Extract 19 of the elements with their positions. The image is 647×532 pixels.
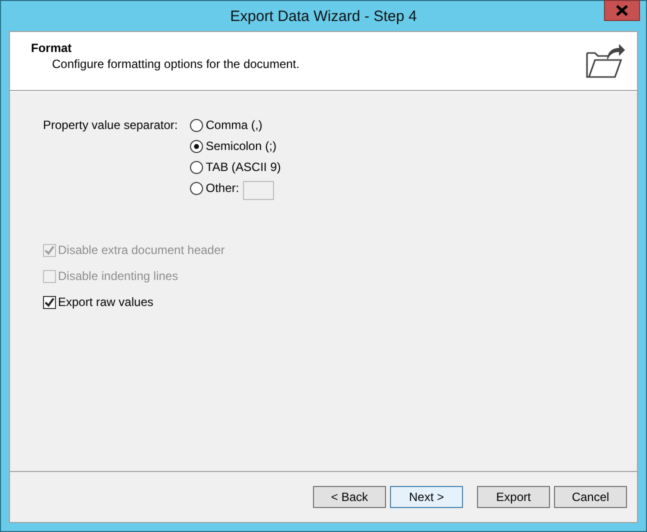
wizard-button[interactable]: Export	[477, 486, 550, 508]
wizard-button[interactable]: < Back	[313, 486, 386, 508]
radio-option[interactable]: TAB (ASCII 9)	[190, 160, 281, 174]
radio-option[interactable]: Other:	[190, 181, 240, 195]
folder-export-icon	[585, 41, 625, 79]
wizard-button[interactable]: Cancel	[554, 486, 627, 508]
checkbox-option[interactable]: Export raw values	[43, 294, 637, 310]
separator-label: Property value separator:	[43, 117, 178, 134]
checkmark-icon	[44, 296, 55, 308]
window-title: Export Data Wizard - Step 4	[230, 8, 417, 24]
other-input-field[interactable]	[243, 180, 274, 200]
wizard-button[interactable]: Next >	[390, 486, 463, 508]
checkmark-icon	[44, 244, 55, 256]
close-button[interactable]	[604, 0, 640, 21]
step-title: Format	[31, 41, 73, 55]
close-icon	[616, 5, 628, 16]
step-description: Configure formatting options for the document.	[51, 57, 300, 71]
radio-option[interactable]: Semicolon (;)	[190, 139, 276, 153]
radio-option[interactable]: Comma (,)	[190, 118, 262, 132]
